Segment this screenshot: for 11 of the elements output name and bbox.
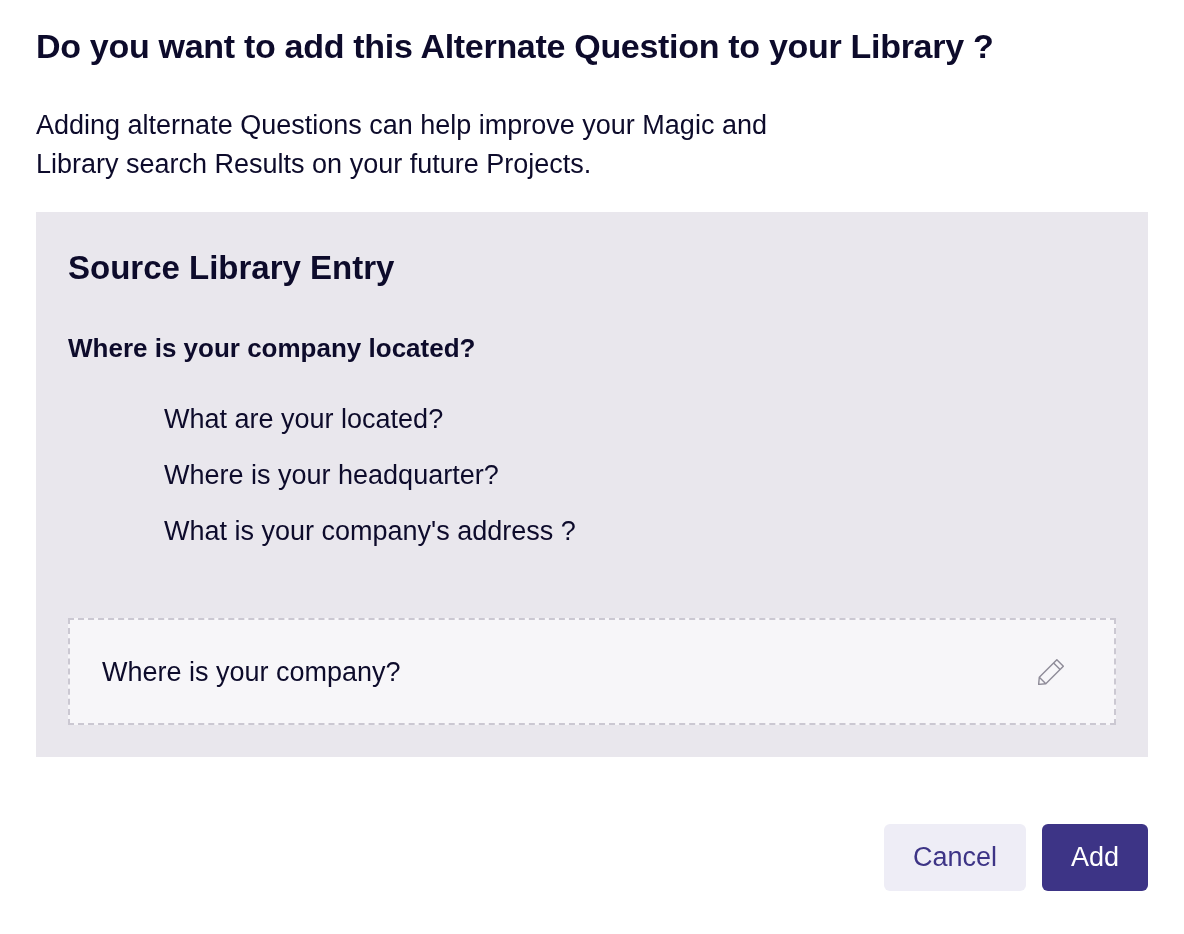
alternate-question: What are your located? <box>164 403 445 436</box>
panel-heading: Source Library Entry <box>68 248 395 288</box>
new-alternate-question: Where is your company? <box>102 655 401 689</box>
add-button[interactable]: Add <box>1041 824 1148 891</box>
dialog-title: Do you want to add this Alternate Question to your Library ? <box>36 26 995 66</box>
source-question: Where is your company located? <box>68 332 476 365</box>
dialog-description: Adding alternate Questions can help improve your Magic and Library search Results on your future Projects. <box>36 109 768 181</box>
pencil-icon[interactable] <box>1038 658 1064 685</box>
alternate-question: Where is your headquarter? <box>164 459 500 492</box>
cancel-button[interactable]: Cancel <box>883 824 1026 891</box>
alternate-question: What is your company's address ? <box>164 515 576 548</box>
